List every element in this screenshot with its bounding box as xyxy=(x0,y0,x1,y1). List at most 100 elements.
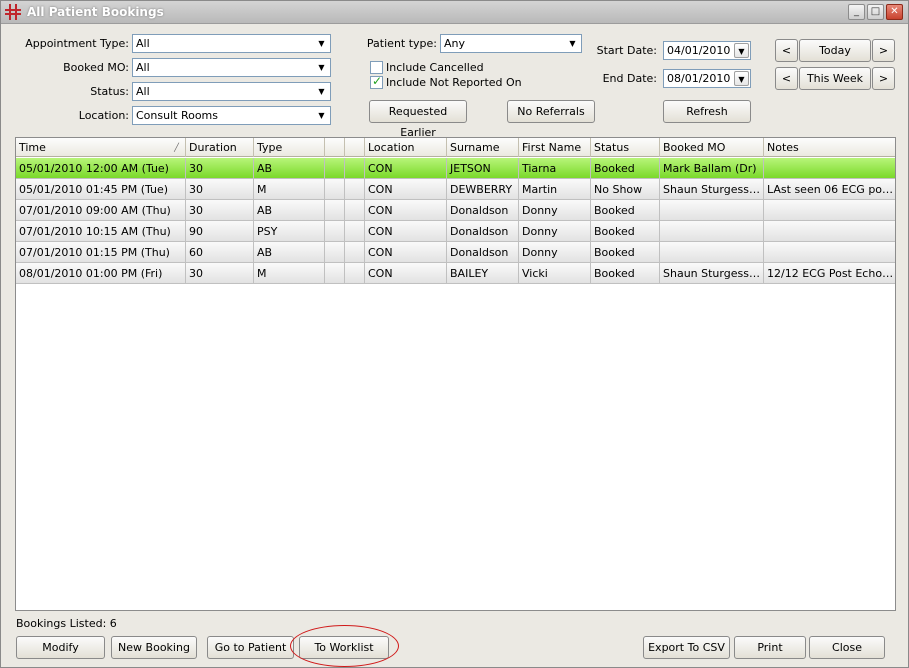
status-label: Status: xyxy=(90,85,129,98)
cell-type: AB xyxy=(254,242,325,263)
cell-status: Booked xyxy=(591,263,660,284)
cell-duration: 60 xyxy=(186,242,254,263)
start-date-label: Start Date: xyxy=(596,44,657,57)
cell-blank-1 xyxy=(325,200,345,221)
close-window-button[interactable]: ✕ xyxy=(886,4,903,20)
cell-duration: 30 xyxy=(186,200,254,221)
cell-blank-2 xyxy=(345,200,365,221)
cell-notes: LAst seen 06 ECG post... xyxy=(767,183,895,196)
cell-duration: 30 xyxy=(186,263,254,284)
table-row[interactable]: 07/01/2010 10:15 AM (Thu) 90 PSY CON Donalds… xyxy=(16,221,895,242)
refresh-button[interactable]: Refresh xyxy=(663,100,751,123)
minimize-icon: _ xyxy=(854,6,859,17)
maximize-button[interactable]: □ xyxy=(867,4,884,20)
cell-notes xyxy=(764,221,895,242)
include-not-reported-checkbox[interactable]: ✓ xyxy=(370,74,383,89)
cell-type: PSY xyxy=(254,221,325,242)
column-header-first-name[interactable]: First Name xyxy=(519,138,591,157)
next-day-button[interactable]: > xyxy=(872,39,895,62)
today-button[interactable]: Today xyxy=(799,39,871,62)
column-header-type[interactable]: Type xyxy=(254,138,325,157)
patient-type-select[interactable]: Any ▼ xyxy=(440,34,582,53)
column-header-surname[interactable]: Surname xyxy=(447,138,519,157)
include-not-reported-label: Include Not Reported On xyxy=(386,76,522,89)
cell-duration: 30 xyxy=(186,158,254,179)
cell-type: AB xyxy=(254,200,325,221)
go-to-patient-button[interactable]: Go to Patient xyxy=(207,636,294,659)
column-header-duration[interactable]: Duration xyxy=(186,138,254,157)
title-bar[interactable]: All Patient Bookings _ □ ✕ xyxy=(1,1,908,24)
cell-booked-mo xyxy=(660,242,764,263)
export-csv-button[interactable]: Export To CSV xyxy=(643,636,730,659)
cell-duration: 30 xyxy=(186,179,254,200)
status-select[interactable]: All ▼ xyxy=(132,82,331,101)
cell-booked-mo xyxy=(660,221,764,242)
table-row[interactable]: 05/01/2010 01:45 PM (Tue) 30 M CON DEWBERRY M… xyxy=(16,179,895,200)
column-header-notes[interactable]: Notes xyxy=(764,138,895,157)
cell-first-name: Vicki xyxy=(519,263,591,284)
new-booking-button[interactable]: New Booking xyxy=(111,636,197,659)
include-cancelled-checkbox[interactable] xyxy=(370,61,383,74)
cell-booked-mo xyxy=(660,200,764,221)
cell-blank-2 xyxy=(345,179,365,200)
booked-mo-label: Booked MO: xyxy=(63,61,129,74)
cell-time: 05/01/2010 01:45 PM (Tue) xyxy=(16,179,186,200)
next-week-button[interactable]: > xyxy=(872,67,895,90)
minimize-button[interactable]: _ xyxy=(848,4,865,20)
column-header-blank-1[interactable] xyxy=(325,138,345,157)
no-referrals-button[interactable]: No Referrals xyxy=(507,100,595,123)
close-button[interactable]: Close xyxy=(809,636,885,659)
cell-booked-mo: Shaun Sturgess (Dr) xyxy=(660,263,764,284)
chevron-down-icon: ▼ xyxy=(318,87,325,96)
cell-first-name: Donny xyxy=(519,200,591,221)
bookings-window: All Patient Bookings _ □ ✕ Appointment T… xyxy=(0,0,909,668)
cell-notes xyxy=(764,158,895,179)
calendar-dropdown-icon[interactable]: ▼ xyxy=(734,71,749,86)
end-date-picker[interactable]: 08/01/2010 ▼ xyxy=(663,69,751,88)
include-cancelled-label: Include Cancelled xyxy=(386,61,484,74)
cell-notes xyxy=(764,200,895,221)
cell-notes xyxy=(764,242,895,263)
column-header-location[interactable]: Location xyxy=(365,138,447,157)
prev-day-button[interactable]: < xyxy=(775,39,798,62)
column-header-blank-2[interactable] xyxy=(345,138,365,157)
bookings-table[interactable]: Time ╱ Duration Type Location Surname Fi… xyxy=(15,137,896,611)
cell-location: CON xyxy=(365,179,447,200)
requested-earlier-button[interactable]: Requested Earlier xyxy=(369,100,467,139)
cell-first-name: Martin xyxy=(519,179,591,200)
cell-status: Booked xyxy=(591,200,660,221)
table-header: Time ╱ Duration Type Location Surname Fi… xyxy=(16,138,895,157)
column-header-booked-mo[interactable]: Booked MO xyxy=(660,138,764,157)
start-date-picker[interactable]: 04/01/2010 ▼ xyxy=(663,41,751,60)
table-row[interactable]: 08/01/2010 01:00 PM (Fri) 30 M CON BAILEY Vic… xyxy=(16,263,895,284)
window-title: All Patient Bookings xyxy=(27,5,164,19)
this-week-button[interactable]: This Week xyxy=(799,67,871,90)
table-row[interactable]: 05/01/2010 12:00 AM (Tue) 30 AB CON JETSON Ti… xyxy=(16,158,895,179)
cell-status: Booked xyxy=(591,242,660,263)
start-date-value: 04/01/2010 xyxy=(667,44,731,57)
cell-type: AB xyxy=(254,158,325,179)
cell-location: CON xyxy=(365,221,447,242)
column-header-time[interactable]: Time ╱ xyxy=(16,138,186,157)
cell-location: CON xyxy=(365,158,447,179)
booked-mo-select[interactable]: All ▼ xyxy=(132,58,331,77)
column-header-status[interactable]: Status xyxy=(591,138,660,157)
calendar-dropdown-icon[interactable]: ▼ xyxy=(734,43,749,58)
print-button[interactable]: Print xyxy=(734,636,806,659)
appointment-type-select[interactable]: All ▼ xyxy=(132,34,331,53)
chevron-down-icon: ▼ xyxy=(318,63,325,72)
modify-button[interactable]: Modify xyxy=(16,636,105,659)
cell-first-name: Tiarna xyxy=(519,158,591,179)
cell-status: No Show xyxy=(591,179,660,200)
cell-time: 08/01/2010 01:00 PM (Fri) xyxy=(16,263,186,284)
table-row[interactable]: 07/01/2010 01:15 PM (Thu) 60 AB CON Donaldso… xyxy=(16,242,895,263)
location-select[interactable]: Consult Rooms ▼ xyxy=(132,106,331,125)
annotation-circle xyxy=(290,625,399,667)
cell-type: M xyxy=(254,263,325,284)
cell-time: 07/01/2010 01:15 PM (Thu) xyxy=(16,242,186,263)
table-row[interactable]: 07/01/2010 09:00 AM (Thu) 30 AB CON Donaldso… xyxy=(16,200,895,221)
prev-week-button[interactable]: < xyxy=(775,67,798,90)
cell-surname: JETSON xyxy=(447,158,519,179)
cell-location: CON xyxy=(365,263,447,284)
cell-first-name: Donny xyxy=(519,221,591,242)
